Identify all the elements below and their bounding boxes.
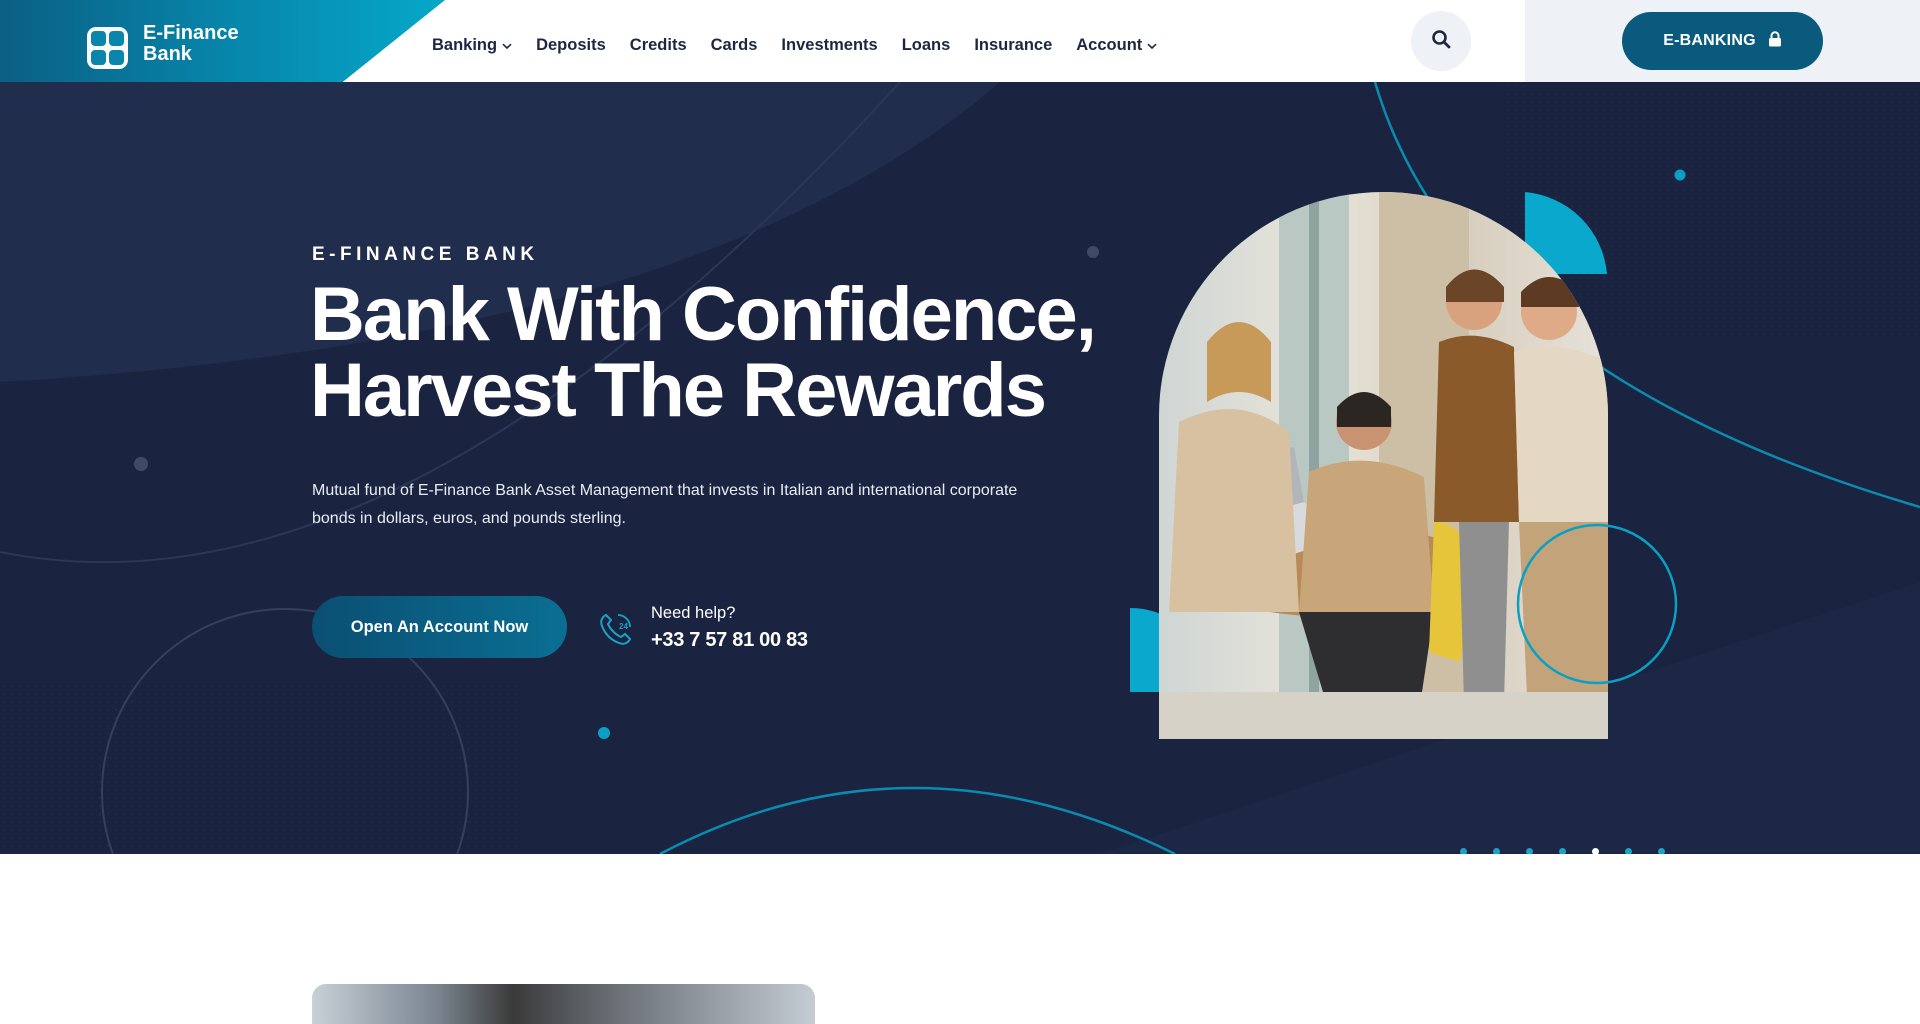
hero-slider-dots — [1460, 848, 1665, 854]
slider-dot[interactable] — [1625, 848, 1632, 854]
nav-item-label: Cards — [710, 36, 758, 54]
search-button[interactable] — [1411, 11, 1471, 71]
open-account-button[interactable]: Open An Account Now — [312, 596, 567, 658]
ebanking-button[interactable]: E-BANKING — [1622, 12, 1823, 70]
next-section-image — [312, 984, 815, 1024]
hero-headline-line2: Harvest The Rewards — [310, 348, 1047, 433]
nav-item-label: Credits — [629, 36, 687, 54]
nav-item-credits[interactable]: Credits — [630, 36, 687, 55]
main-nav: Banking Deposits Credits Cards Investmen… — [432, 36, 1181, 55]
nav-item-loans[interactable]: Loans — [902, 36, 951, 55]
chevron-down-icon — [502, 36, 512, 55]
nav-item-label: Investments — [781, 36, 878, 54]
hero-eyebrow: E-FINANCE BANK — [312, 244, 539, 265]
svg-text:24: 24 — [619, 622, 628, 631]
nav-item-account[interactable]: Account — [1076, 36, 1157, 55]
nav-item-banking[interactable]: Banking — [432, 36, 512, 55]
nav-item-label: Banking — [432, 36, 498, 54]
slider-dot-active[interactable] — [1592, 848, 1599, 854]
nav-item-label: Insurance — [974, 36, 1053, 54]
site-header: E-Finance Bank Banking Deposits Credits … — [0, 0, 1920, 82]
nav-item-label: Account — [1076, 36, 1143, 54]
nav-item-label: Deposits — [536, 36, 606, 54]
nav-item-label: Loans — [901, 36, 951, 54]
hero-headline-line1: Bank With Confidence, — [310, 272, 1097, 357]
hero-headline: Bank With Confidence, Harvest The Reward… — [310, 272, 1097, 433]
brand-name[interactable]: E-Finance Bank — [143, 23, 263, 65]
slider-dot[interactable] — [1559, 848, 1566, 854]
lock-icon — [1768, 30, 1782, 52]
slider-dot[interactable] — [1460, 848, 1467, 854]
slider-dot[interactable] — [1526, 848, 1533, 854]
ebanking-label: E-BANKING — [1663, 32, 1756, 49]
hero-section: E-FINANCE BANK Bank With Confidence, Har… — [0, 82, 1920, 854]
slider-dot[interactable] — [1493, 848, 1500, 854]
nav-item-investments[interactable]: Investments — [781, 36, 877, 55]
bank-grid-icon[interactable] — [87, 27, 128, 69]
nav-item-cards[interactable]: Cards — [711, 36, 758, 55]
help-phone[interactable]: +33 7 57 81 00 83 — [651, 629, 808, 652]
help-label: Need help? — [651, 604, 736, 622]
chevron-down-icon — [1147, 36, 1157, 55]
phone-24-icon: 24 — [596, 609, 636, 654]
slider-dot[interactable] — [1658, 848, 1665, 854]
hero-description: Mutual fund of E-Finance Bank Asset Mana… — [312, 482, 1018, 527]
photo-accent-ring — [1516, 523, 1678, 685]
search-icon — [1431, 29, 1451, 54]
nav-item-deposits[interactable]: Deposits — [536, 36, 606, 55]
nav-item-insurance[interactable]: Insurance — [974, 36, 1052, 55]
